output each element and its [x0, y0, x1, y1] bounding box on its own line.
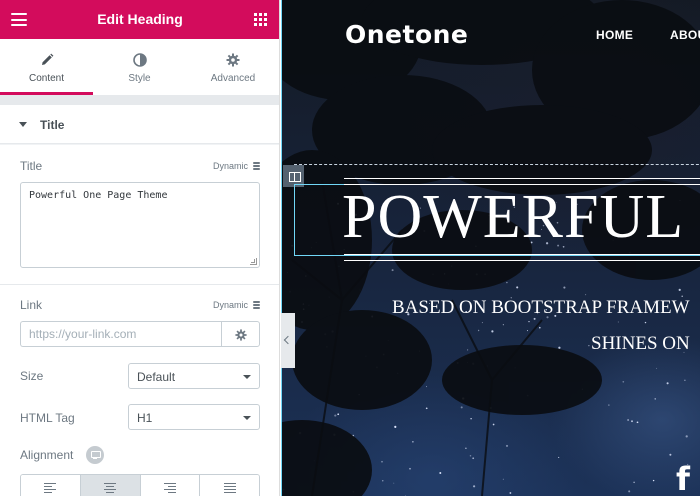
link-control-label: Link: [20, 298, 43, 312]
editor-panel: Edit Heading Content Style Advanced Titl: [0, 0, 280, 496]
gear-icon: [186, 53, 279, 69]
half-circle-icon: [93, 53, 186, 69]
hero-subtitle-line-1: BASED ON BOOTSTRAP FRAMEW: [392, 297, 690, 318]
align-right-icon: [163, 483, 176, 495]
nav-link-about[interactable]: ABOU: [670, 28, 700, 42]
section-title: Title: [40, 118, 65, 132]
title-control-label: Title: [20, 159, 43, 173]
panel-title: Edit Heading: [97, 11, 183, 27]
panel-tabs: Content Style Advanced: [0, 39, 279, 95]
align-left-icon: [44, 483, 57, 495]
title-textarea-value: Powerful One Page Theme: [29, 190, 168, 201]
tab-content[interactable]: Content: [0, 39, 93, 95]
size-select-value: Default: [137, 370, 176, 384]
caret-down-icon: [19, 122, 27, 127]
align-justify-icon: [223, 483, 236, 495]
title-rule-bottom-2: [344, 260, 700, 261]
controls-area: Title Dynamic Powerful One Page Theme Li…: [0, 145, 279, 496]
align-justify-button[interactable]: [200, 475, 259, 496]
hero-subtitle-line-2: SHINES ON: [591, 333, 690, 354]
html-tag-select-value: H1: [137, 411, 153, 425]
hero-heading[interactable]: POWERFUL: [342, 177, 684, 257]
resize-grip-icon[interactable]: [250, 258, 257, 265]
divider: [0, 284, 279, 285]
tab-advanced-label: Advanced: [210, 73, 256, 84]
align-center-icon: [104, 483, 117, 495]
section-toggle-title[interactable]: Title: [0, 105, 279, 144]
section-outline: [294, 164, 700, 165]
panel-header: Edit Heading: [0, 0, 279, 39]
chevron-down-icon: [243, 375, 251, 379]
title-dynamic-tags[interactable]: Dynamic: [213, 161, 260, 171]
database-icon: [253, 161, 260, 171]
alignment-choices: [20, 474, 260, 496]
tab-style[interactable]: Style: [93, 39, 186, 95]
widgets-grid-icon[interactable]: [254, 13, 267, 26]
dynamic-label: Dynamic: [212, 300, 248, 310]
desktop-responsive-icon[interactable]: [86, 446, 104, 464]
size-control-label: Size: [20, 369, 44, 383]
pencil-icon: [0, 53, 93, 69]
dynamic-label: Dynamic: [212, 161, 248, 171]
html-tag-control-label: HTML Tag: [20, 411, 75, 425]
size-select[interactable]: Default: [128, 363, 260, 389]
facebook-icon[interactable]: f: [676, 462, 690, 496]
align-center-button[interactable]: [80, 475, 141, 496]
tabs-divider: [0, 95, 279, 105]
align-right-button[interactable]: [140, 475, 201, 496]
database-icon: [253, 300, 260, 310]
tab-content-label: Content: [28, 73, 65, 84]
title-textarea[interactable]: Powerful One Page Theme: [20, 182, 260, 268]
tab-advanced[interactable]: Advanced: [186, 39, 279, 95]
link-dynamic-tags[interactable]: Dynamic: [213, 300, 260, 310]
nav-link-home[interactable]: HOME: [596, 28, 633, 42]
html-tag-select[interactable]: H1: [128, 404, 260, 430]
alignment-control-label: Alignment: [20, 448, 74, 462]
tab-style-label: Style: [128, 73, 151, 84]
title-rule-bottom: [344, 254, 700, 255]
page-preview: Onetone HOME ABOU POWERFUL BASED ON BOOT…: [281, 0, 700, 496]
gear-icon: [235, 328, 247, 346]
chevron-down-icon: [243, 416, 251, 420]
align-left-button[interactable]: [21, 475, 81, 496]
site-logo[interactable]: Onetone: [345, 20, 468, 49]
link-options-button[interactable]: [221, 321, 260, 347]
link-url-input[interactable]: [20, 321, 221, 347]
collapse-panel-button[interactable]: [281, 313, 295, 368]
